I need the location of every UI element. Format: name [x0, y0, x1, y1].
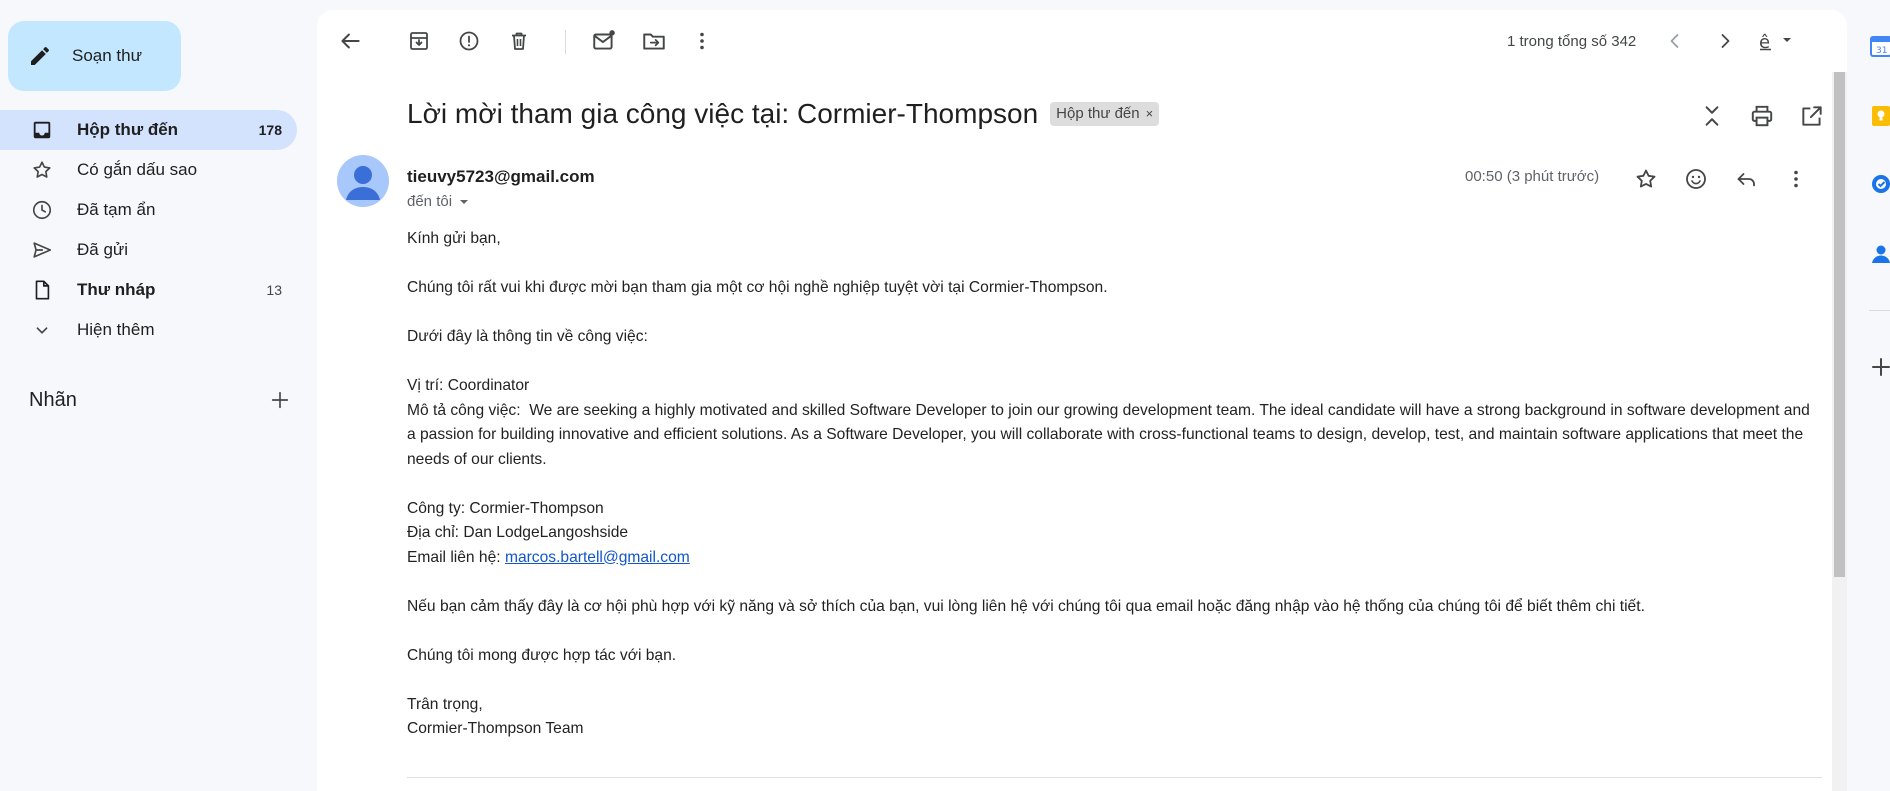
body-position: Vị trí: Coordinator	[407, 377, 530, 394]
chevron-left-icon[interactable]	[1662, 28, 1688, 54]
clock-icon	[29, 197, 55, 223]
toolbar-divider	[565, 30, 566, 54]
remove-label-button[interactable]: ×	[1146, 106, 1154, 121]
chevron-down-icon	[29, 317, 55, 343]
sidebar-item-inbox[interactable]: Hộp thư đến 178	[0, 110, 297, 150]
reply-icon[interactable]	[1732, 165, 1760, 193]
pagination-count: 1 trong tổng số 342	[1507, 33, 1637, 50]
email-body: Kính gửi bạn, Chúng tôi rất vui khi được…	[407, 227, 1822, 742]
draft-count: 13	[266, 282, 282, 298]
nav-list: Hộp thư đến 178 Có gắn dấu sao Đã tạm ẩn…	[0, 110, 297, 350]
compose-label: Soạn thư	[72, 46, 142, 65]
email-toolbar: 1 trong tổng số 342 ê	[317, 10, 1847, 72]
side-panel: 31	[1858, 0, 1890, 791]
move-to-folder-icon[interactable]	[641, 28, 667, 54]
body-company: Công ty: Cormier-Thompson	[407, 499, 604, 517]
body-signature: Cormier-Thompson Team	[407, 720, 584, 737]
more-options-icon[interactable]	[689, 28, 715, 54]
sender-email[interactable]: tieuvy5723@gmail.com	[407, 167, 595, 187]
mark-unread-icon[interactable]	[591, 28, 617, 54]
svg-text:31: 31	[1876, 46, 1887, 56]
report-spam-icon[interactable]	[456, 28, 482, 54]
back-arrow-icon[interactable]	[337, 28, 363, 54]
sidebar-item-label: Đã tạm ẩn	[77, 200, 156, 219]
scrollbar-thumb[interactable]	[1834, 72, 1845, 577]
calendar-icon[interactable]: 31	[1869, 34, 1890, 58]
body-closing: Chúng tôi mong được hợp tác với bạn.	[407, 646, 677, 664]
caret-down-icon	[458, 196, 470, 208]
draft-icon	[29, 277, 55, 303]
subject-row: Lời mời tham gia công việc tại: Cormier-…	[407, 98, 1160, 130]
body-description: Mô tả công việc: We are seeking a highly…	[407, 401, 1815, 468]
message-more-icon[interactable]	[1782, 165, 1810, 193]
body-intro: Chúng tôi rất vui khi được mời bạn tham …	[407, 279, 1108, 296]
left-sidebar: Soạn thư Hộp thư đến 178 Có gắn dấu sao …	[0, 0, 310, 791]
email-view: 1 trong tổng số 342 ê Lời mời tham gia c…	[317, 10, 1847, 791]
star-icon	[29, 157, 55, 183]
body-regards: Trân trọng,	[407, 695, 483, 713]
unread-count: 178	[258, 122, 282, 138]
sidebar-item-label: Hiện thêm	[77, 320, 155, 339]
side-panel-divider	[1869, 310, 1890, 311]
send-icon	[29, 237, 55, 263]
contact-email-link[interactable]: marcos.bartell@gmail.com	[505, 549, 690, 566]
contacts-icon[interactable]	[1869, 242, 1890, 266]
labels-section-header: Nhãn	[29, 385, 291, 415]
body-greeting: Kính gửi bạn,	[407, 230, 501, 247]
email-subject: Lời mời tham gia công việc tại: Cormier-…	[407, 98, 1039, 129]
sidebar-item-snoozed[interactable]: Đã tạm ẩn	[0, 190, 297, 230]
collapse-all-icon[interactable]	[1698, 102, 1726, 130]
body-contact: Email liên hệ: marcos.bartell@gmail.com	[407, 546, 1822, 571]
sidebar-item-starred[interactable]: Có gắn dấu sao	[0, 150, 297, 190]
label-chip[interactable]: Hộp thư đến ×	[1050, 102, 1160, 126]
body-address: Địa chỉ: Dan LodgeLangoshside	[407, 524, 629, 541]
add-addon-icon[interactable]	[1869, 355, 1890, 379]
sidebar-item-more[interactable]: Hiện thêm	[0, 310, 297, 350]
sidebar-item-label: Có gắn dấu sao	[77, 160, 198, 179]
archive-icon[interactable]	[406, 28, 432, 54]
inbox-icon	[29, 117, 55, 143]
sidebar-item-label: Hộp thư đến	[77, 120, 179, 139]
sidebar-item-label: Đã gửi	[77, 240, 129, 259]
email-timestamp: 00:50 (3 phút trước)	[1465, 168, 1600, 185]
body-contact-label: Email liên hệ:	[407, 548, 505, 566]
sidebar-item-label: Thư nháp	[77, 280, 156, 299]
body-cta: Nếu bạn cảm thấy đây là cơ hội phù hợp v…	[407, 597, 1645, 615]
sidebar-item-sent[interactable]: Đã gửi	[0, 230, 297, 270]
trash-icon[interactable]	[506, 28, 532, 54]
message-divider	[407, 777, 1822, 778]
input-tools-icon[interactable]: ê	[1757, 28, 1797, 54]
keep-icon[interactable]	[1869, 104, 1890, 128]
star-icon[interactable]	[1632, 165, 1660, 193]
tasks-icon[interactable]	[1869, 172, 1890, 196]
print-icon[interactable]	[1748, 102, 1776, 130]
add-label-icon[interactable]	[269, 389, 291, 411]
recipient-label: đến tôi	[407, 193, 453, 210]
open-new-window-icon[interactable]	[1798, 102, 1826, 130]
emoji-reaction-icon[interactable]	[1682, 165, 1710, 193]
recipient-details[interactable]: đến tôi	[407, 193, 470, 210]
sender-avatar[interactable]	[337, 155, 389, 207]
labels-title: Nhãn	[29, 388, 77, 411]
pencil-icon	[28, 44, 52, 68]
chevron-right-icon[interactable]	[1712, 28, 1738, 54]
sidebar-item-drafts[interactable]: Thư nháp 13	[0, 270, 297, 310]
label-chip-text: Hộp thư đến	[1056, 105, 1140, 122]
compose-button[interactable]: Soạn thư	[8, 21, 181, 91]
body-info-header: Dưới đây là thông tin về công việc:	[407, 328, 648, 345]
